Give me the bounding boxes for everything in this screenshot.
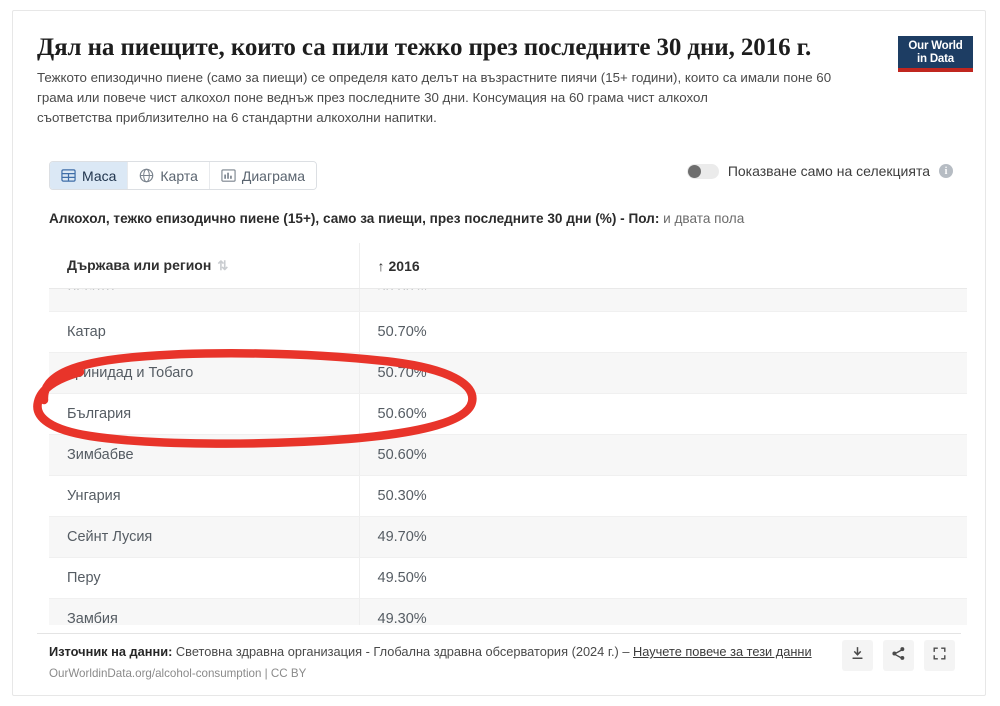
cell-country: Унгария [49, 475, 360, 517]
metric-bold: Алкохол, тежко епизодично пиене (15+), с… [49, 211, 660, 226]
cell-country: Зимбабве [49, 434, 360, 476]
tab-chart[interactable]: Диаграма [209, 162, 317, 189]
cell-country: Замбия [49, 598, 360, 625]
column-header-year[interactable]: ↑ 2016 [359, 243, 967, 289]
globe-icon [139, 168, 154, 183]
table-head: Държава или регион ⇅ ↑ 2016 [49, 243, 967, 289]
page-subtitle: Тежкото епизодично пиене (само за пиещи)… [37, 68, 867, 129]
screenshot-root: Дял на пиещите, които са пили тежко през… [0, 0, 1000, 706]
logo-line-1: Our World [908, 40, 963, 52]
chart-icon [221, 168, 236, 183]
table-row[interactable]: Замбия 49.30% [49, 598, 967, 625]
cell-country: Перу [49, 557, 360, 599]
clipped-country-label: Лесото [67, 289, 358, 291]
cell-country: Сейнт Лусия [49, 516, 360, 558]
table-row[interactable]: България 50.60% [49, 393, 967, 435]
cell-country: Лесото [49, 288, 360, 312]
cell-value: 50.60% [359, 393, 967, 435]
toggle-switch[interactable] [686, 163, 719, 179]
metric-plain: и двата пола [659, 211, 745, 226]
subtitle-line-1: Тежкото епизодично пиене (само за пиещи)… [37, 69, 832, 85]
cell-country: Катар [49, 311, 360, 353]
logo-line-2: in Data [917, 53, 954, 66]
clipped-value-label: 50.80% [378, 289, 968, 291]
tab-chart-label: Диаграма [241, 167, 306, 184]
cell-country: Тринидад и Тобаго [49, 352, 360, 394]
info-icon[interactable]: i [939, 164, 953, 178]
tab-map[interactable]: Карта [128, 162, 210, 189]
fullscreen-button[interactable] [924, 640, 955, 671]
cell-value: 49.70% [359, 516, 967, 558]
sort-both-icon[interactable]: ⇅ [217, 258, 228, 273]
share-button[interactable] [883, 640, 914, 671]
table-header-row: Държава или регион ⇅ ↑ 2016 [49, 243, 967, 289]
cell-country: България [49, 393, 360, 435]
download-icon [850, 646, 865, 666]
table-row[interactable]: Зимбабве 50.60% [49, 434, 967, 476]
subtitle-line-3: съответства приблизително на 6 стандартн… [37, 109, 437, 125]
metric-description: Алкохол, тежко епизодично пиене (15+), с… [49, 211, 744, 226]
selection-only-toggle[interactable]: Показване само на селекцията i [686, 163, 953, 179]
column-header-country[interactable]: Държава или регион ⇅ [49, 243, 360, 289]
view-tabs: Маса Карта Диаграма [49, 161, 318, 190]
cell-value: 50.70% [359, 352, 967, 394]
footer-divider [37, 633, 961, 634]
table-row[interactable]: Катар 50.70% [49, 311, 967, 353]
footer-actions [842, 640, 955, 671]
cell-value: 49.30% [359, 598, 967, 625]
cell-value: 50.70% [359, 311, 967, 353]
footer-source: Източник на данни: Световна здравна орга… [49, 643, 849, 682]
table-body: Лесото 50.80% Катар 50.70% Тринидад и То… [49, 288, 968, 625]
source-label: Източник на данни: [49, 644, 173, 659]
table-row[interactable]: Унгария 50.30% [49, 475, 967, 517]
data-table: Държава или регион ⇅ ↑2016 Лесото 50.80% … [49, 243, 967, 625]
cell-value: 49.50% [359, 557, 967, 599]
column-header-year-label: 2016 [388, 257, 420, 274]
sort-asc-icon[interactable]: ↑ [378, 258, 385, 274]
tab-table[interactable]: Маса [50, 162, 129, 189]
control-bar: Маса Карта Диаграма Показване само на се… [37, 153, 961, 197]
cell-value: 50.30% [359, 475, 967, 517]
card-header: Дял на пиещите, които са пили тежко през… [37, 33, 961, 128]
table-row[interactable]: Тринидад и Тобаго 50.70% [49, 352, 967, 394]
tab-map-label: Карта [160, 167, 198, 184]
data-table-container[interactable]: Държава или регион ⇅ ↑2016 Лесото 50.80% … [49, 243, 967, 625]
cell-value: 50.60% [359, 434, 967, 476]
expand-icon [932, 646, 947, 666]
table-row[interactable]: Сейнт Лусия 49.70% [49, 516, 967, 558]
table-row[interactable]: Перу 49.50% [49, 557, 967, 599]
owid-logo[interactable]: Our World in Data [898, 36, 973, 72]
column-header-country-label: Държава или регион [67, 257, 212, 273]
tab-table-label: Маса [82, 167, 117, 184]
download-button[interactable] [842, 640, 873, 671]
cell-value: 50.80% [359, 288, 968, 312]
toggle-label: Показване само на селекцията [727, 163, 930, 179]
subtitle-line-2: грама или повече чист алкохол поне веднъ… [37, 89, 708, 105]
learn-more-link[interactable]: Научете повече за тези данни [633, 644, 812, 659]
source-text: Световна здравна организация - Глобална … [172, 644, 633, 659]
table-row-clipped[interactable]: Лесото 50.80% [49, 288, 968, 312]
table-icon [61, 168, 76, 183]
toggle-knob [687, 164, 701, 178]
license-text: OurWorldinData.org/alcohol-consumption |… [49, 666, 307, 680]
chart-card: Дял на пиещите, които са пили тежко през… [12, 10, 986, 696]
share-icon [891, 646, 906, 666]
page-title: Дял на пиещите, които са пили тежко през… [37, 34, 812, 61]
